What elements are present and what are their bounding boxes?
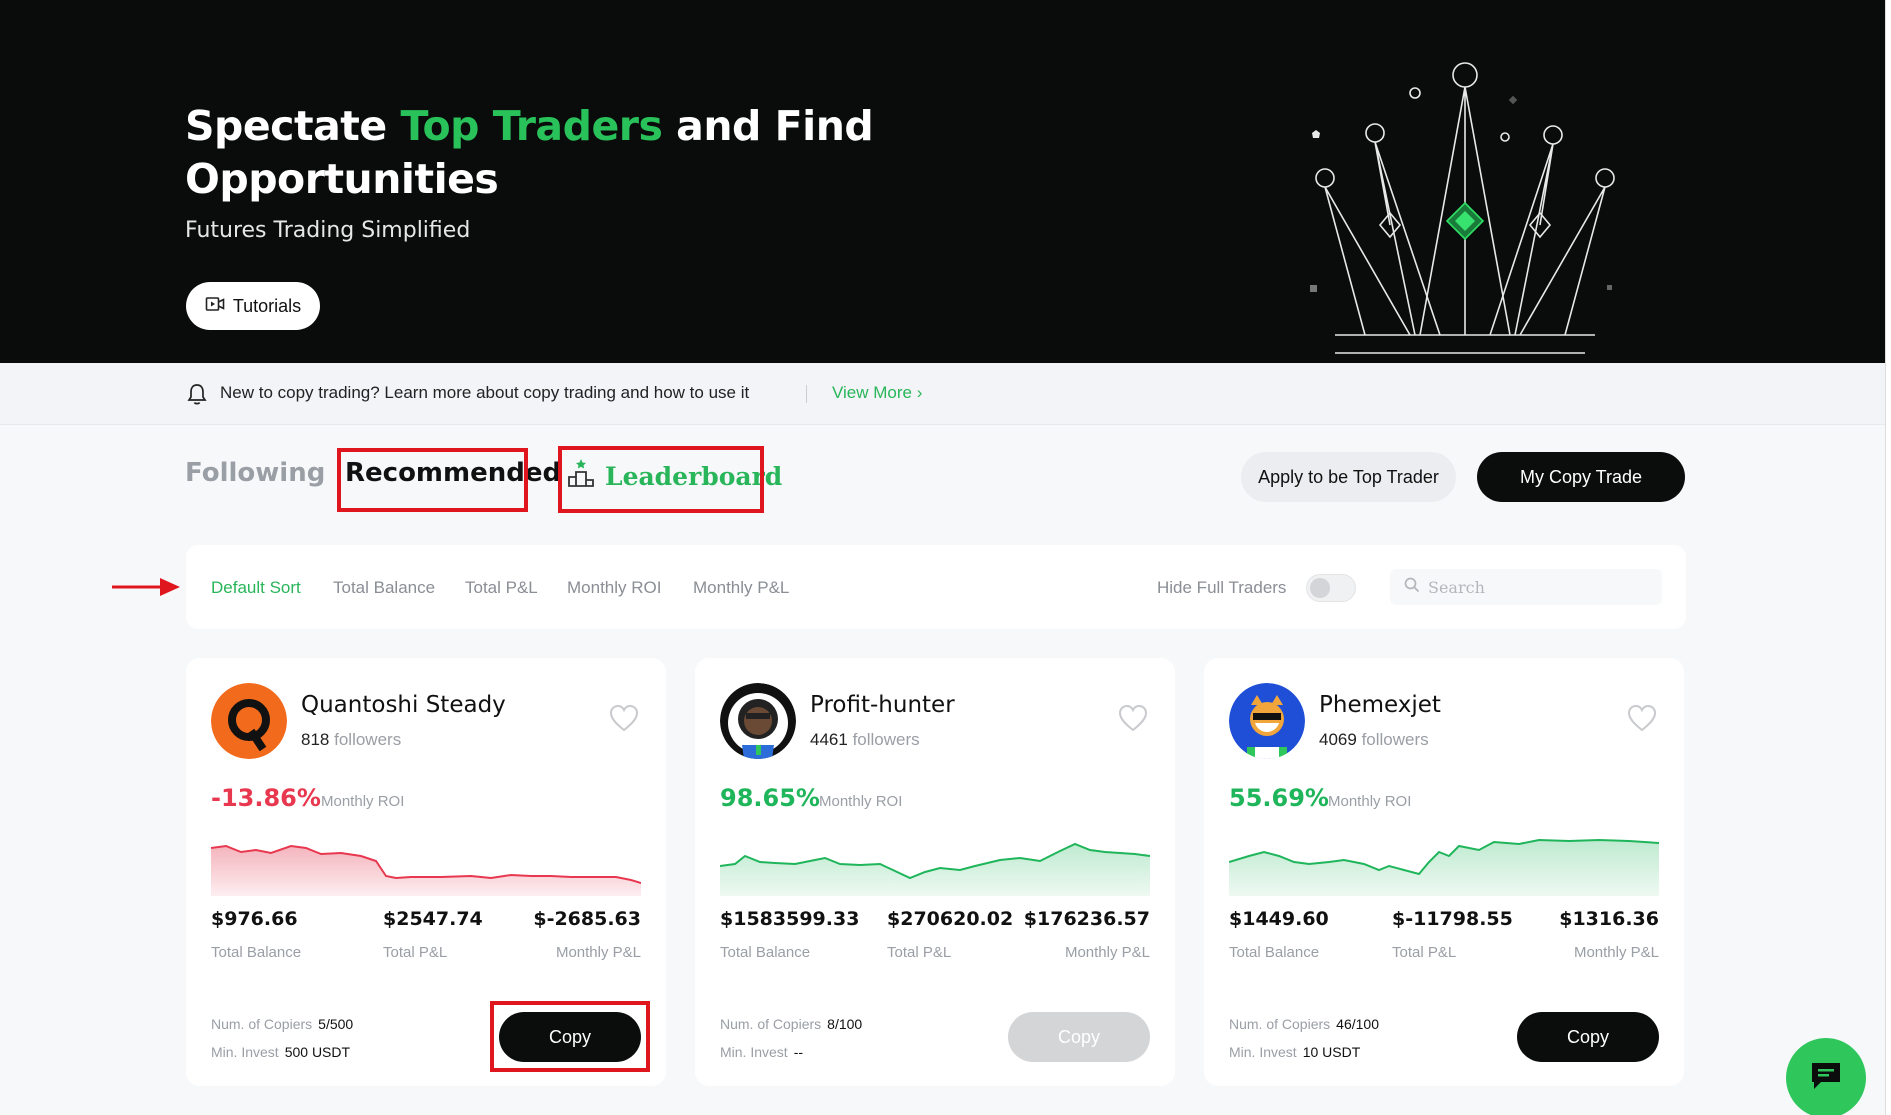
monthly-roi-value: 55.69% xyxy=(1229,784,1329,812)
min-invest-info: Min. Invest 500 USDT xyxy=(211,1044,351,1060)
video-icon xyxy=(205,295,225,318)
highlight-box-copy xyxy=(490,1001,650,1072)
trader-card[interactable]: Phemexjet 4069 followers 55.69% Monthly … xyxy=(1204,658,1684,1086)
search-box[interactable] xyxy=(1390,569,1662,605)
red-arrow-annotation xyxy=(110,576,182,603)
total-balance-label: Total Balance xyxy=(211,944,302,961)
heart-icon[interactable] xyxy=(1117,703,1149,738)
page-scrollbar[interactable] xyxy=(1885,0,1891,1115)
copiers-info: Num. of Copiers 46/100 xyxy=(1229,1016,1379,1032)
total-pl-label: Total P&L xyxy=(1392,944,1457,961)
roi-sparkline xyxy=(211,844,641,896)
hero-title: Spectate Top Traders and Find Opportunit… xyxy=(185,102,874,203)
roi-sparkline xyxy=(1229,838,1659,896)
apply-top-trader-button[interactable]: Apply to be Top Trader xyxy=(1241,452,1456,502)
my-copy-trade-button[interactable]: My Copy Trade xyxy=(1477,452,1685,502)
trader-name[interactable]: Profit-hunter xyxy=(810,692,955,718)
hero-title-accent: Top Traders xyxy=(400,102,663,150)
monthly-roi-value: -13.86% xyxy=(211,784,321,812)
highlight-box-leaderboard xyxy=(558,446,764,513)
notice-divider xyxy=(806,385,807,403)
hide-full-traders-toggle[interactable] xyxy=(1306,574,1356,602)
monthly-pl-label: Monthly P&L xyxy=(555,944,641,961)
tab-following[interactable]: Following xyxy=(185,458,325,488)
total-pl-value: $2547.74 xyxy=(383,908,483,930)
total-balance-value: $976.66 xyxy=(211,908,298,930)
hero-subtitle: Futures Trading Simplified xyxy=(185,218,471,243)
copy-button[interactable]: Copy xyxy=(1517,1012,1659,1062)
total-balance-label: Total Balance xyxy=(720,944,811,961)
tutorials-button[interactable]: Tutorials xyxy=(186,282,320,330)
bell-icon xyxy=(186,382,208,411)
monthly-roi-label: Monthly ROI xyxy=(321,793,405,810)
total-balance-value: $1449.60 xyxy=(1229,908,1329,930)
copiers-info: Num. of Copiers 5/500 xyxy=(211,1016,354,1032)
trader-name[interactable]: Phemexjet xyxy=(1319,692,1441,718)
heart-icon[interactable] xyxy=(1626,703,1658,738)
avatar xyxy=(211,683,287,759)
monthly-roi-value: 98.65% xyxy=(720,784,820,812)
notice-text: New to copy trading? Learn more about co… xyxy=(220,383,750,402)
avatar xyxy=(720,683,796,759)
total-balance-label: Total Balance xyxy=(1229,944,1320,961)
view-more-link[interactable]: View More › xyxy=(832,383,922,403)
highlight-box-recommended xyxy=(337,448,528,512)
toggle-knob xyxy=(1310,578,1330,598)
copiers-info: Num. of Copiers 8/100 xyxy=(720,1016,863,1032)
roi-sparkline xyxy=(720,842,1150,896)
total-pl-value: $270620.02 xyxy=(887,908,1014,930)
follower-count: 4461 followers xyxy=(810,730,920,749)
follower-count: 4069 followers xyxy=(1319,730,1429,749)
monthly-pl-value: $176236.57 xyxy=(1023,908,1150,930)
trader-card[interactable]: Profit-hunter 4461 followers 98.65% Mont… xyxy=(695,658,1175,1086)
monthly-pl-value: $-2685.63 xyxy=(533,908,641,930)
notice-bar: New to copy trading? Learn more about co… xyxy=(0,363,1885,425)
hero-banner: Spectate Top Traders and Find Opportunit… xyxy=(0,0,1885,363)
search-input[interactable] xyxy=(1428,577,1648,597)
monthly-roi-label: Monthly ROI xyxy=(819,793,903,810)
tutorials-label: Tutorials xyxy=(232,295,302,316)
monthly-pl-label: Monthly P&L xyxy=(1573,944,1659,961)
chat-icon xyxy=(1809,1060,1843,1097)
sort-monthly-pl[interactable]: Monthly P&L xyxy=(693,578,789,598)
sort-monthly-roi[interactable]: Monthly ROI xyxy=(567,578,661,598)
crown-illustration xyxy=(1300,55,1630,370)
hide-full-traders-label: Hide Full Traders xyxy=(1157,578,1287,597)
total-pl-label: Total P&L xyxy=(383,944,448,961)
chat-support-button[interactable] xyxy=(1786,1038,1866,1115)
chevron-right-icon: › xyxy=(916,383,923,402)
total-pl-label: Total P&L xyxy=(887,944,952,961)
avatar xyxy=(1229,683,1305,759)
sort-default[interactable]: Default Sort xyxy=(211,578,301,598)
monthly-pl-value: $1316.36 xyxy=(1559,908,1659,930)
search-icon xyxy=(1404,577,1420,598)
follower-count: 818 followers xyxy=(301,730,402,749)
monthly-pl-label: Monthly P&L xyxy=(1064,944,1150,961)
total-balance-value: $1583599.33 xyxy=(720,908,860,930)
sort-total-balance[interactable]: Total Balance xyxy=(333,578,435,598)
sort-bar: Default Sort Total Balance Total P&L Mon… xyxy=(186,545,1686,629)
total-pl-value: $-11798.55 xyxy=(1392,908,1513,930)
trader-name[interactable]: Quantoshi Steady xyxy=(301,692,506,718)
heart-icon[interactable] xyxy=(608,703,640,738)
min-invest-info: Min. Invest 10 USDT xyxy=(1229,1044,1361,1060)
min-invest-info: Min. Invest -- xyxy=(720,1044,804,1060)
sort-total-pl[interactable]: Total P&L xyxy=(465,578,538,598)
copy-button-disabled[interactable]: Copy xyxy=(1008,1012,1150,1062)
monthly-roi-label: Monthly ROI xyxy=(1328,793,1412,810)
